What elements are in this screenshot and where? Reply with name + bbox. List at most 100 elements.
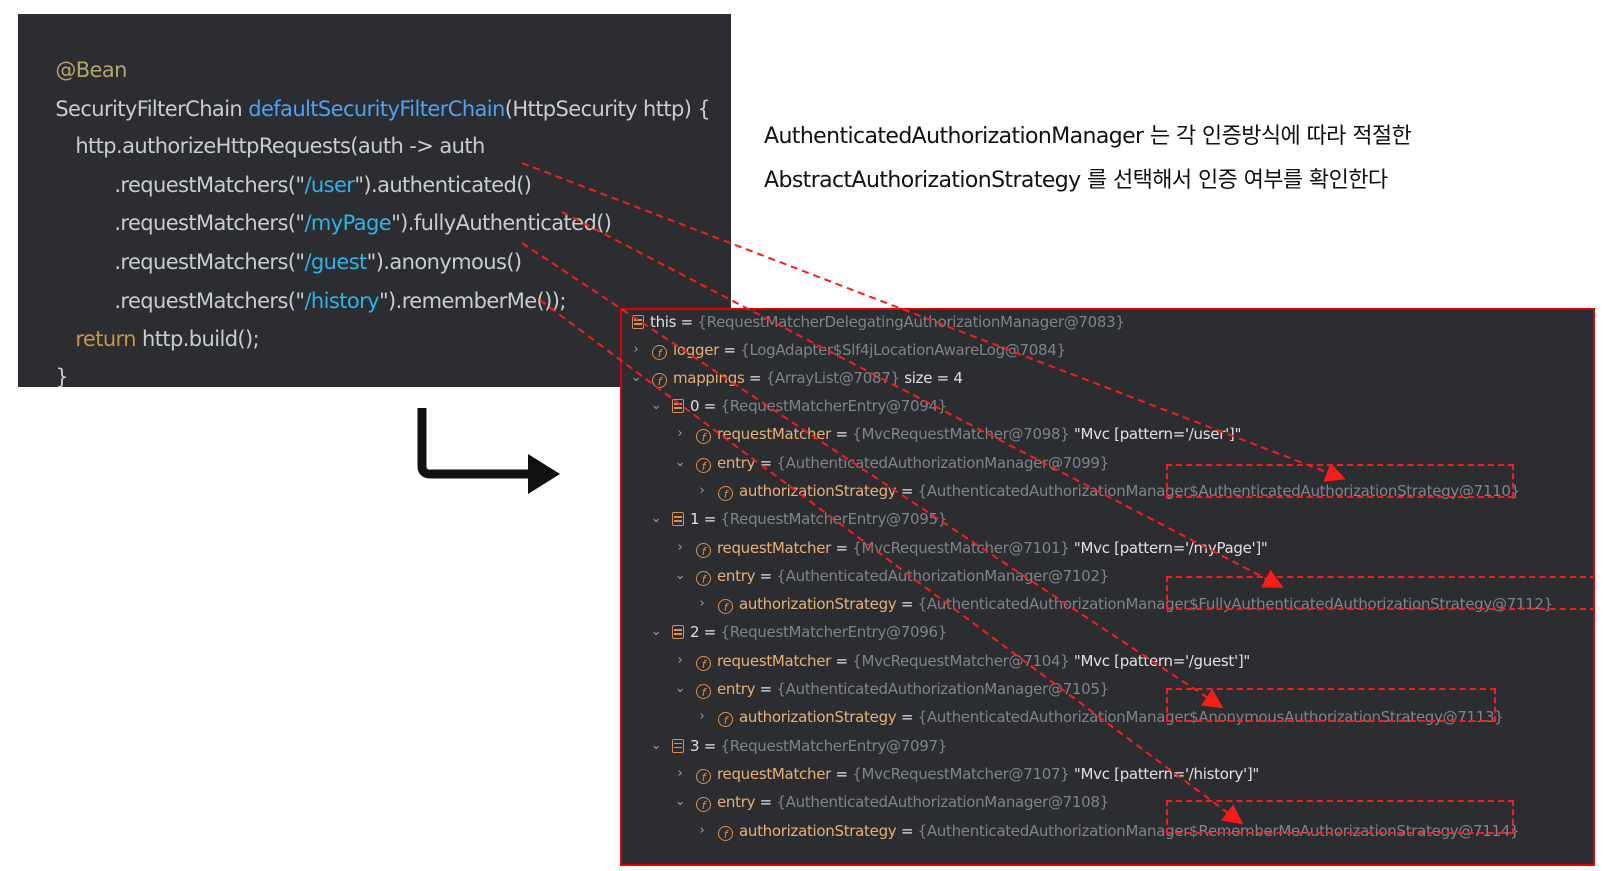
field-icon: f bbox=[718, 599, 733, 615]
matcher-path: /history bbox=[304, 289, 379, 313]
field-icon: f bbox=[652, 373, 667, 388]
highlight-remember-me-strategy bbox=[1166, 800, 1514, 834]
list-icon bbox=[672, 625, 684, 640]
var-name: authorizationStrategy bbox=[739, 708, 897, 727]
return-expression: http.build(); bbox=[135, 327, 260, 351]
var-name: authorizationStrategy bbox=[739, 595, 897, 614]
chevron-down-icon[interactable]: ⌄ bbox=[630, 366, 642, 390]
equals: = bbox=[699, 510, 721, 529]
equals: = bbox=[755, 453, 777, 472]
chevron-down-icon[interactable]: ⌄ bbox=[650, 734, 662, 758]
chevron-right-icon[interactable]: › bbox=[630, 338, 642, 362]
var-name: requestMatcher bbox=[717, 651, 831, 670]
field-icon: f bbox=[696, 655, 711, 671]
field-icon: f bbox=[696, 768, 711, 784]
var-string: "Mvc [pattern='/myPage']" bbox=[1069, 538, 1268, 557]
var-value: {RequestMatcherEntry@7096} bbox=[720, 623, 947, 642]
var-name: authorizationStrategy bbox=[739, 481, 897, 500]
equals: = bbox=[755, 566, 777, 585]
var-name: requestMatcher bbox=[717, 425, 831, 444]
var-name: 0 bbox=[690, 397, 700, 415]
var-value: {AuthenticatedAuthorizationManager@7102} bbox=[776, 566, 1109, 585]
equals: = bbox=[718, 341, 741, 359]
equals: = bbox=[896, 708, 918, 727]
var-name: mappings bbox=[673, 369, 745, 387]
field-icon: f bbox=[718, 485, 733, 501]
equals: = bbox=[896, 595, 918, 614]
chevron-right-icon[interactable]: › bbox=[674, 536, 686, 560]
matcher-suffix: ").rememberMe()); bbox=[378, 289, 566, 313]
var-name: entry bbox=[717, 793, 756, 812]
equals: = bbox=[676, 313, 698, 331]
var-value: {MvcRequestMatcher@7098} bbox=[852, 425, 1070, 444]
field-icon: f bbox=[652, 345, 667, 360]
chevron-right-icon[interactable]: › bbox=[674, 422, 686, 446]
return-keyword: return bbox=[75, 327, 136, 351]
highlight-fully-authenticated-strategy bbox=[1166, 576, 1593, 610]
var-value: {MvcRequestMatcher@7104} bbox=[852, 651, 1070, 670]
var-name: 2 bbox=[690, 623, 700, 642]
equals: = bbox=[896, 481, 918, 500]
var-name: authorizationStrategy bbox=[739, 821, 897, 840]
chevron-down-icon[interactable]: ⌄ bbox=[650, 507, 662, 531]
chevron-down-icon[interactable]: ⌄ bbox=[674, 790, 686, 814]
list-icon bbox=[672, 512, 684, 527]
code-line-return: return http.build(); bbox=[51, 300, 259, 378]
equals: = bbox=[830, 764, 853, 783]
chevron-down-icon[interactable]: ⌄ bbox=[674, 564, 686, 588]
equals: = bbox=[830, 651, 853, 670]
method-params: (HttpSecurity http) { bbox=[504, 97, 711, 121]
equals: = bbox=[830, 538, 853, 557]
equals: = bbox=[699, 736, 721, 755]
equals: = bbox=[755, 680, 777, 698]
var-name: logger bbox=[673, 341, 719, 359]
var-value: {AuthenticatedAuthorizationManager@7105} bbox=[776, 680, 1109, 698]
field-icon: f bbox=[718, 712, 733, 728]
var-value: {MvcRequestMatcher@7107} bbox=[852, 764, 1070, 783]
field-icon: f bbox=[696, 570, 711, 586]
description-line-2: AbstractAuthorizationStrategy 를 선택해서 인증 … bbox=[764, 168, 1388, 193]
closing-brace: } bbox=[55, 365, 69, 389]
field-icon: f bbox=[696, 797, 711, 813]
chevron-down-icon[interactable]: ⌄ bbox=[674, 451, 686, 475]
equals: = bbox=[755, 793, 777, 812]
field-icon: f bbox=[696, 457, 711, 473]
debugger-variables-panel: this = {RequestMatcherDelegatingAuthoriz… bbox=[620, 308, 1595, 866]
var-string: "Mvc [pattern='/history']" bbox=[1069, 764, 1260, 783]
chevron-right-icon[interactable]: › bbox=[696, 479, 708, 503]
chevron-right-icon[interactable]: › bbox=[696, 592, 708, 616]
equals: = bbox=[699, 397, 721, 415]
field-icon: f bbox=[696, 684, 711, 699]
var-value: {AuthenticatedAuthorizationManager@7108} bbox=[776, 793, 1109, 812]
var-value: {ArrayList@7087} bbox=[765, 369, 900, 387]
var-value: {AuthenticatedAuthorizationManager@7099} bbox=[776, 453, 1109, 472]
chevron-down-icon[interactable]: ⌄ bbox=[650, 394, 662, 418]
code-line-closing: } bbox=[31, 338, 68, 416]
var-name: requestMatcher bbox=[717, 764, 831, 783]
var-value: {LogAdapter$Slf4jLocationAwareLog@7084} bbox=[740, 341, 1066, 359]
list-size: size = 4 bbox=[899, 369, 963, 387]
chevron-right-icon[interactable]: › bbox=[696, 819, 708, 843]
chevron-right-icon[interactable]: › bbox=[674, 649, 686, 673]
list-icon bbox=[632, 315, 644, 329]
turn-right-arrow-icon bbox=[417, 408, 560, 494]
chevron-right-icon[interactable]: › bbox=[674, 762, 686, 786]
highlight-anonymous-strategy bbox=[1166, 688, 1496, 722]
description-line-1: AuthenticatedAuthorizationManager 는 각 인증… bbox=[764, 124, 1412, 149]
var-name: entry bbox=[717, 566, 756, 585]
list-icon bbox=[672, 399, 684, 413]
var-name: entry bbox=[717, 453, 756, 472]
chevron-down-icon[interactable]: ⌄ bbox=[650, 620, 662, 644]
var-value: {RequestMatcherEntry@7097} bbox=[720, 736, 947, 755]
chevron-right-icon[interactable]: › bbox=[696, 705, 708, 729]
var-name: entry bbox=[717, 680, 756, 698]
equals: = bbox=[830, 425, 853, 444]
var-value: {RequestMatcherEntry@7094} bbox=[720, 397, 947, 415]
var-string: "Mvc [pattern='/user']" bbox=[1069, 425, 1242, 444]
equals: = bbox=[744, 369, 766, 387]
field-icon: f bbox=[718, 825, 733, 841]
equals: = bbox=[896, 821, 918, 840]
chevron-down-icon[interactable]: ⌄ bbox=[674, 677, 686, 701]
equals: = bbox=[699, 623, 721, 642]
var-value: {MvcRequestMatcher@7101} bbox=[852, 538, 1070, 557]
